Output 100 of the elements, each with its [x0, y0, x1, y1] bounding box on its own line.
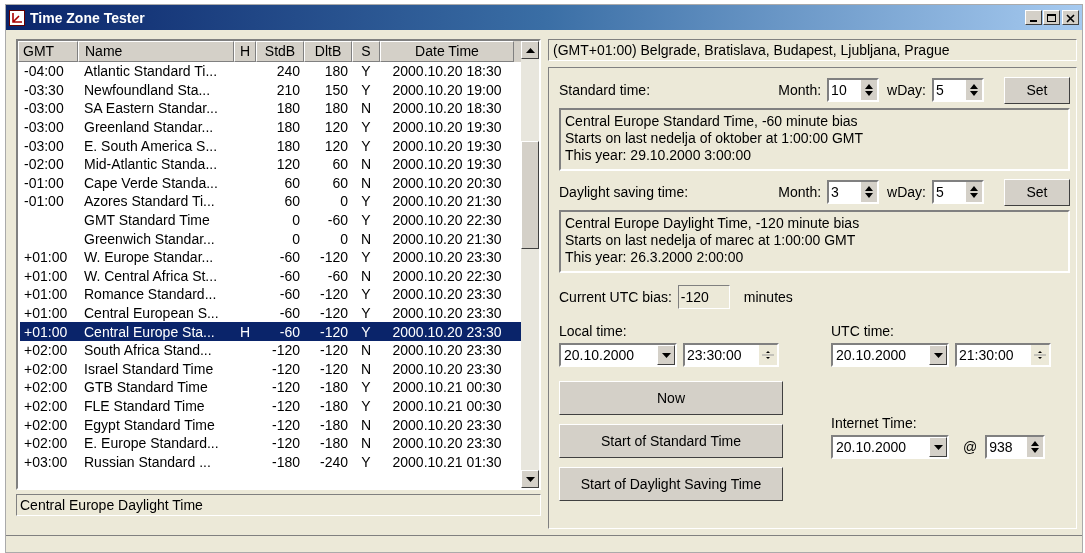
table-cell: 0 — [292, 230, 300, 247]
list-row[interactable]: -02:00 Mid-Atlantic Standa... 120 60 N 2000.10.20 19:30 — [20, 154, 521, 174]
list-row[interactable]: +02:00 E. Europe Standard... -120 -180 N 2000.10.20 23:30 — [20, 433, 521, 453]
up-down-icon[interactable] — [759, 345, 777, 365]
zone-name-field: Central Europe Daylight Time — [16, 494, 541, 516]
standard-time-button[interactable]: Start of Standard Time — [559, 424, 783, 458]
list-row[interactable]: +03:00 Russian Standard ... -180 -240 Y 2000.10.21 01:30 — [20, 452, 521, 472]
column-header[interactable]: Name — [78, 41, 234, 62]
list-row[interactable]: -03:30 Newfoundland Sta... 210 150 Y 2000.10.20 19:00 — [20, 80, 521, 100]
spin-arrows-icon[interactable] — [1027, 437, 1044, 457]
column-header[interactable]: StdB — [256, 41, 304, 62]
list-row[interactable]: Greenwich Standar... 0 0 N 2000.10.20 21:30 — [20, 229, 521, 248]
table-cell: -120 — [271, 379, 300, 396]
spin-arrows-icon[interactable] — [861, 80, 878, 100]
list-row[interactable]: -01:00 Azores Standard Ti... 60 0 Y 2000.10.20 21:30 — [20, 192, 521, 211]
table-cell: N — [360, 360, 372, 377]
column-header[interactable]: Date Time — [380, 41, 514, 62]
list-row[interactable]: +01:00 W. Central Africa St... -60 -60 N 2000.10.20 22:30 — [20, 266, 521, 286]
table-cell: +02:00 — [24, 416, 68, 433]
minimize-button[interactable] — [1025, 10, 1042, 25]
list-row[interactable]: +02:00 GTB Standard Time -120 -180 Y 2000.10.21 00:30 — [20, 378, 521, 397]
time-field[interactable]: 23:30:00 — [683, 343, 779, 367]
close-button[interactable] — [1062, 10, 1079, 25]
date-dropdown[interactable]: 20.10.2000 — [831, 435, 949, 459]
list-row[interactable]: +02:00 South Africa Stand... -120 -120 N 2000.10.20 23:30 — [20, 340, 521, 360]
set-button[interactable]: Set — [1004, 76, 1070, 104]
spin-arrows-icon[interactable] — [966, 182, 982, 202]
list-row[interactable]: +01:00 Central Europe Sta... H -60 -120 Y 2000.10.20 23:30 — [20, 322, 521, 341]
table-cell: 180 — [324, 63, 348, 80]
table-cell: -01:00 — [24, 174, 64, 191]
table-cell: 180 — [276, 119, 300, 136]
list-row[interactable]: +01:00 Romance Standard... -60 -120 Y 2000.10.20 23:30 — [20, 285, 521, 304]
scroll-up-button[interactable] — [521, 41, 539, 59]
list-row[interactable]: -03:00 SA Eastern Standar... 180 180 N 2000.10.20 18:30 — [20, 99, 521, 118]
list-row[interactable]: +02:00 Egypt Standard Time -120 -180 N 2000.10.20 23:30 — [20, 415, 521, 434]
spin-field[interactable]: 938 — [985, 435, 1046, 459]
table-cell: +02:00 — [24, 398, 68, 414]
spin-arrows-icon[interactable] — [966, 80, 982, 100]
maximize-button[interactable] — [1043, 10, 1060, 25]
field-label: Current UTC bias: — [559, 289, 672, 305]
now-button[interactable]: Now — [559, 381, 783, 415]
list-row[interactable]: +02:00 FLE Standard Time -120 -180 Y 2000.10.21 00:30 — [20, 396, 521, 416]
time-field[interactable]: 21:30:00 — [955, 343, 1051, 367]
table-cell: 0 — [340, 193, 348, 210]
app-icon — [9, 9, 25, 26]
list-row[interactable]: +01:00 W. Europe Standar... -60 -120 Y 2000.10.20 23:30 — [20, 247, 521, 267]
table-cell: -120 — [271, 342, 300, 359]
table-cell: W. Central Africa St... — [84, 267, 218, 284]
column-header[interactable]: GMT — [18, 41, 78, 62]
info-text: Starts on last nedelja of marec at 1:00:00 GMT — [565, 232, 857, 249]
table-cell: E. South America S... — [84, 137, 218, 154]
set-button[interactable]: Set — [1004, 178, 1070, 206]
table-cell: 60 — [332, 156, 348, 173]
table-cell: -120 — [319, 305, 348, 321]
scroll-thumb[interactable] — [521, 141, 539, 249]
field-label: Month: — [778, 184, 822, 200]
table-cell: 2000.10.20 23:30 — [392, 286, 502, 303]
at-sign: @ — [963, 439, 978, 455]
date-dropdown[interactable]: 20.10.2000 — [831, 343, 949, 367]
date-dropdown[interactable]: 20.10.2000 — [559, 343, 677, 367]
spin-field[interactable]: 5 — [932, 78, 984, 102]
table-cell: +01:00 — [24, 286, 68, 303]
table-cell: +01:00 — [24, 249, 68, 266]
table-cell: -120 — [271, 398, 300, 414]
table-cell: W. Europe Standar... — [84, 249, 214, 266]
field-label: wDay: — [887, 82, 926, 98]
up-down-icon[interactable] — [1031, 345, 1049, 365]
spin-field[interactable]: 5 — [932, 180, 984, 204]
list-row[interactable]: +01:00 Central European S... -60 -120 Y 2000.10.20 23:30 — [20, 303, 521, 323]
table-cell: 120 — [324, 137, 348, 154]
table-cell: 180 — [276, 137, 300, 154]
list-row[interactable]: GMT Standard Time 0 -60 Y 2000.10.20 22:30 — [20, 210, 521, 230]
table-cell: N — [360, 416, 372, 433]
list-row[interactable]: -01:00 Cape Verde Standa... 60 60 N 2000.10.20 20:30 — [20, 173, 521, 193]
down-arrow-icon — [525, 476, 535, 482]
column-header[interactable]: DltB — [304, 41, 352, 62]
table-cell: 2000.10.20 19:30 — [392, 156, 502, 173]
table-cell: Y — [361, 305, 371, 321]
table-cell: -01:00 — [24, 193, 64, 210]
column-header[interactable]: S — [352, 41, 380, 62]
table-cell: Y — [361, 398, 371, 414]
list-row[interactable]: -03:00 E. South America S... 180 120 Y 2000.10.20 19:30 — [20, 136, 521, 155]
table-cell: Greenwich Standar... — [84, 230, 215, 247]
scrollbar[interactable] — [521, 41, 539, 488]
list-row[interactable]: +02:00 Israel Standard Time -120 -120 N 2000.10.20 23:30 — [20, 359, 521, 379]
table-cell: -60 — [279, 286, 300, 303]
column-header[interactable]: H — [234, 41, 256, 62]
table-cell: N — [360, 267, 372, 284]
table-cell: -180 — [319, 379, 348, 396]
spin-field[interactable]: 10 — [827, 78, 880, 102]
table-cell: -60 — [279, 267, 300, 284]
scroll-down-button[interactable] — [521, 470, 539, 488]
daylight-time-button[interactable]: Start of Daylight Saving Time — [559, 467, 783, 501]
table-cell: -02:00 — [24, 156, 64, 173]
table-cell: +02:00 — [24, 360, 68, 377]
list-row[interactable]: -04:00 Atlantic Standard Ti... 240 180 Y 2000.10.20 18:30 — [20, 62, 521, 81]
spin-arrows-icon[interactable] — [861, 182, 878, 202]
spin-field[interactable]: 3 — [827, 180, 880, 204]
list-row[interactable]: -03:00 Greenland Standar... 180 120 Y 2000.10.20 19:30 — [20, 117, 521, 137]
minimize-icon — [1030, 20, 1037, 22]
